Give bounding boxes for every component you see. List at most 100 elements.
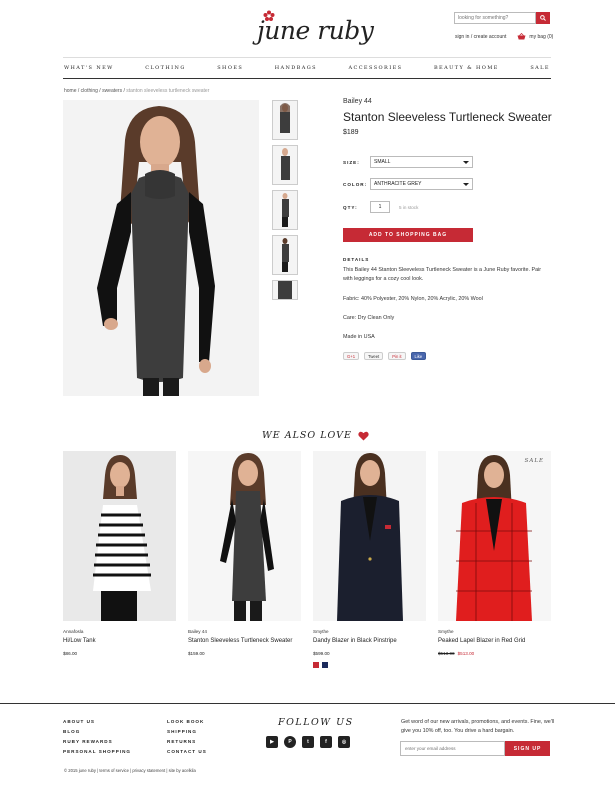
model-photo (438, 451, 551, 621)
nav-beauty-home[interactable]: BEAUTY & HOME (434, 65, 499, 71)
card-brand: Smythe (438, 629, 454, 634)
product-origin: Made in USA (343, 334, 375, 340)
color-swatches (313, 662, 426, 668)
color-row: COLOR: ANTHRACITE GREY (343, 178, 473, 190)
legal-links[interactable]: © 2015 june ruby | terms of service | pr… (64, 768, 196, 773)
nav-sale[interactable]: SALE (530, 65, 550, 71)
email-field[interactable] (400, 741, 505, 756)
footer-link-shipping[interactable]: SHIPPING (167, 729, 207, 734)
section-title: WE ALSO LOVE (262, 430, 352, 441)
product-title: Stanton Sleeveless Turtleneck Sweater (343, 110, 552, 124)
size-value: SMALL (374, 159, 391, 165)
size-select[interactable]: SMALL (370, 156, 473, 168)
youtube-icon[interactable]: ▶ (266, 736, 278, 748)
details-heading: DETAILS (343, 257, 370, 262)
pinterest-icon[interactable]: P (284, 736, 296, 748)
site-footer: ABOUT US BLOG RUBY REWARDS PERSONAL SHOP… (0, 703, 615, 801)
product-card[interactable]: Annafosla Hi/Low Tank $86.00 (63, 451, 176, 656)
product-card[interactable]: Bailey 44 Stanton Sleeveless Turtleneck … (188, 451, 301, 656)
thumbnail[interactable] (272, 235, 298, 275)
card-price: $513.00 $513.00 (438, 651, 551, 656)
breadcrumb-current: stanton sleeveless turtleneck sweater (126, 88, 210, 94)
facebook-icon[interactable]: f (320, 736, 332, 748)
facebook-like-button[interactable]: Like (410, 352, 427, 360)
model-photo (188, 451, 301, 621)
card-name[interactable]: Stanton Sleeveless Turtleneck Sweater (188, 638, 301, 644)
model-photo (313, 451, 426, 621)
bag-label: my bag (0) (529, 33, 554, 40)
product-card-image[interactable]: SALE (438, 451, 551, 621)
footer-link-about[interactable]: ABOUT US (63, 719, 131, 724)
thumbnail-photo (278, 281, 292, 299)
footer-link-rewards[interactable]: RUBY REWARDS (63, 739, 131, 744)
nav-whats-new[interactable]: WHAT'S NEW (64, 65, 114, 71)
thumbnail[interactable] (272, 100, 298, 140)
footer-link-lookbook[interactable]: LOOK BOOK (167, 719, 207, 724)
newsletter-text: Get word of our new arrivals, promotions… (401, 719, 555, 734)
card-price: $86.00 (63, 651, 78, 656)
color-select[interactable]: ANTHRACITE GREY (370, 178, 473, 190)
thumbnail-photo (281, 148, 290, 180)
product-main-image[interactable] (63, 100, 259, 396)
product-card-image[interactable] (188, 451, 301, 621)
footer-links-col2: LOOK BOOK SHIPPING RETURNS CONTACT US (167, 719, 207, 759)
nav-handbags[interactable]: HANDBAGS (275, 65, 317, 71)
footer-link-blog[interactable]: BLOG (63, 729, 131, 734)
site-logo[interactable]: june ruby (255, 10, 374, 50)
add-to-bag-button[interactable]: ADD TO SHOPPING BAG (343, 228, 473, 242)
product-brand[interactable]: Bailey 44 (343, 98, 553, 105)
swatch-navy[interactable] (322, 662, 328, 668)
qty-label: QTY: (343, 204, 358, 210)
signin-link[interactable]: sign in / create account (455, 34, 506, 40)
product-care: Care: Dry Clean Only (343, 315, 395, 321)
color-value: ANTHRACITE GREY (374, 181, 422, 187)
stock-status: 5 in stock (399, 204, 419, 210)
instagram-icon[interactable]: ◎ (338, 736, 350, 748)
chevron-down-icon (463, 182, 469, 186)
card-name[interactable]: Peaked Lapel Blazer in Red Grid (438, 638, 551, 644)
card-brand: Smythe (313, 629, 329, 634)
size-row: SIZE: SMALL (343, 156, 473, 168)
footer-link-contact[interactable]: CONTACT US (167, 749, 207, 754)
product-card-image[interactable] (63, 451, 176, 621)
logo-text: june ruby (257, 16, 374, 45)
product-card[interactable]: SALE Smythe Peaked Lapel Blazer in Red G… (438, 451, 551, 656)
card-price: $159.00 (188, 651, 205, 656)
card-name[interactable]: Dandy Blazer in Black Pinstripe (313, 638, 426, 644)
footer-link-returns[interactable]: RETURNS (167, 739, 207, 744)
tweet-button[interactable]: Tweet (364, 352, 384, 360)
search-button[interactable] (536, 12, 550, 24)
product-price: $189 (343, 129, 359, 136)
nav-clothing[interactable]: CLOTHING (145, 65, 186, 71)
product-fabric: Fabric: 40% Polyester, 20% Nylon, 20% Ac… (343, 296, 483, 302)
nav-shoes[interactable]: SHOES (217, 65, 243, 71)
thumbnail[interactable] (272, 190, 298, 230)
signup-button[interactable]: SIGN UP (505, 741, 550, 756)
bag-link[interactable]: my bag (0) (517, 33, 553, 40)
nav-accessories[interactable]: ACCESSORIES (348, 65, 402, 71)
sale-price: $513.00 (457, 651, 475, 656)
footer-link-personal-shopping[interactable]: PERSONAL SHOPPING (63, 749, 131, 754)
product-card-image[interactable] (313, 451, 426, 621)
thumbnail-photo (280, 103, 290, 133)
card-name[interactable]: Hi/Low Tank (63, 638, 176, 644)
we-also-love-heading: WE ALSO LOVE (262, 430, 369, 441)
search-input[interactable] (454, 12, 536, 24)
thumbnail[interactable] (272, 145, 298, 185)
pinit-button[interactable]: Pin it (388, 352, 406, 360)
twitter-icon[interactable]: t (302, 736, 314, 748)
product-description: This Bailey 44 Stanton Sleeveless Turtle… (343, 267, 542, 282)
thumbnail[interactable] (272, 280, 298, 300)
breadcrumb: home / clothing / sweaters / stanton sle… (64, 88, 209, 94)
main-nav: WHAT'S NEW CLOTHING SHOES HANDBAGS ACCES… (63, 57, 551, 79)
breadcrumb-path[interactable]: home / clothing / sweaters / (64, 88, 126, 94)
footer-links-col1: ABOUT US BLOG RUBY REWARDS PERSONAL SHOP… (63, 719, 131, 759)
card-price: $599.00 (313, 651, 330, 656)
qty-row: QTY: 1 5 in stock (343, 201, 418, 213)
qty-input[interactable]: 1 (370, 201, 390, 213)
swatch-red[interactable] (313, 662, 319, 668)
size-label: SIZE: (343, 159, 360, 165)
gplus-button[interactable]: G+1 (343, 352, 360, 360)
search-icon (540, 15, 546, 21)
product-card[interactable]: Smythe Dandy Blazer in Black Pinstripe $… (313, 451, 426, 668)
